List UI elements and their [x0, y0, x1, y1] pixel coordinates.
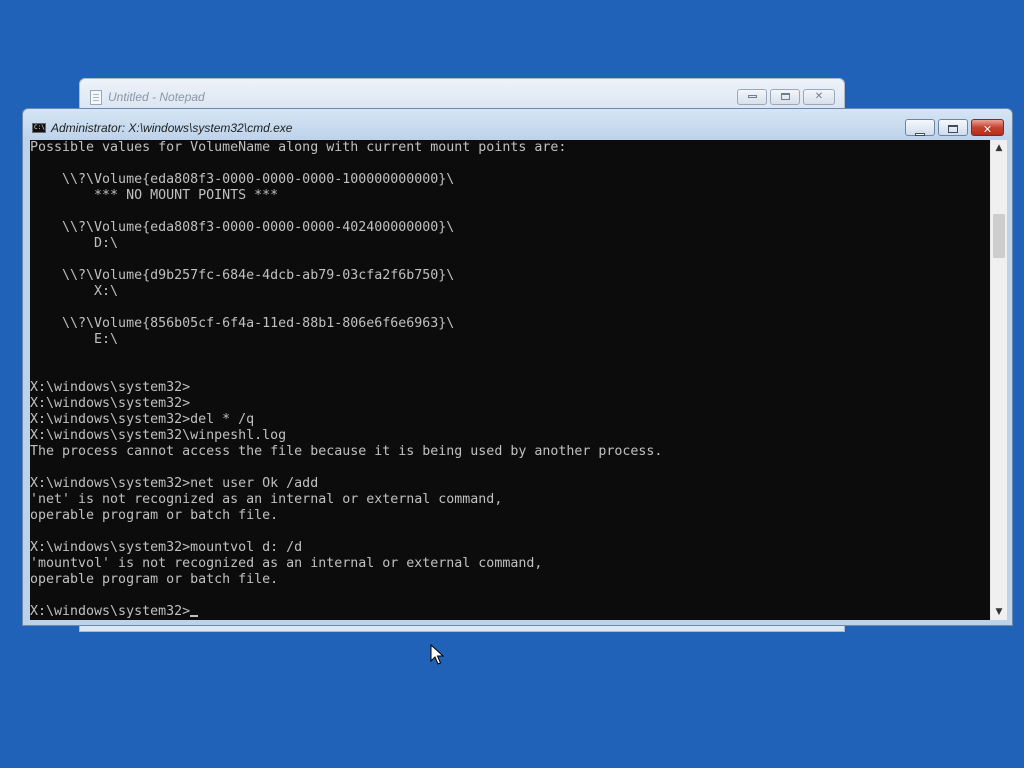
- minimize-icon: [915, 133, 925, 136]
- maximize-icon: [780, 92, 790, 100]
- console-line: X:\windows\system32>del * /q: [30, 412, 255, 427]
- cmd-maximize-button[interactable]: [938, 119, 968, 136]
- console-line: 'mountvol' is not recognized as an inter…: [30, 556, 543, 571]
- notepad-minimize-button[interactable]: [737, 89, 767, 105]
- console-lines: Possible values for VolumeName along wit…: [30, 140, 662, 620]
- scroll-down-arrow-icon[interactable]: ▼: [991, 604, 1007, 620]
- console-line: X:\windows\system32>net user Ok /add: [30, 476, 319, 491]
- console-line: X:\windows\system32\winpeshl.log: [30, 428, 287, 443]
- console-line: X:\windows\system32>: [30, 604, 662, 620]
- cmd-icon: C:\: [32, 123, 46, 133]
- console-line: E:\: [30, 332, 119, 347]
- close-icon: ✕: [982, 123, 993, 136]
- console-line: \\?\Volume{856b05cf-6f4a-11ed-88b1-806e6…: [30, 316, 455, 331]
- console-line: *** NO MOUNT POINTS ***: [30, 188, 279, 203]
- notepad-titlebar[interactable]: Untitled - Notepad ✕: [80, 79, 844, 109]
- console-line: operable program or batch file.: [30, 508, 279, 523]
- cmd-titlebar[interactable]: C:\ Administrator: X:\windows\system32\c…: [23, 109, 1012, 140]
- console-line: \\?\Volume{eda808f3-0000-0000-0000-40240…: [30, 220, 455, 235]
- notepad-maximize-button[interactable]: [770, 89, 800, 105]
- maximize-icon: [948, 124, 958, 133]
- console-line: The process cannot access the file becau…: [30, 444, 663, 459]
- mouse-pointer-icon: [430, 644, 444, 665]
- cmd-close-button[interactable]: ✕: [971, 119, 1004, 136]
- console-line: Possible values for VolumeName along wit…: [30, 140, 567, 155]
- cmd-window[interactable]: C:\ Administrator: X:\windows\system32\c…: [22, 108, 1013, 626]
- console-line: X:\windows\system32>mountvol d: /d: [30, 540, 303, 555]
- console-line: X:\windows\system32>: [30, 380, 191, 395]
- console-line: operable program or batch file.: [30, 572, 279, 587]
- close-icon: ✕: [814, 91, 824, 102]
- console-line: D:\: [30, 236, 119, 251]
- notepad-close-button[interactable]: ✕: [803, 89, 835, 105]
- minimize-icon: [747, 94, 757, 98]
- scroll-up-arrow-icon[interactable]: ▲: [991, 140, 1007, 156]
- cmd-minimize-button[interactable]: [905, 119, 935, 136]
- cmd-title: Administrator: X:\windows\system32\cmd.e…: [51, 121, 293, 135]
- scrollbar-thumb[interactable]: [993, 214, 1005, 258]
- text-cursor: [190, 615, 199, 617]
- console-line: 'net' is not recognized as an internal o…: [30, 492, 503, 507]
- vertical-scrollbar[interactable]: ▲ ▼: [990, 140, 1007, 620]
- console-line: X:\: [30, 284, 119, 299]
- console-line: X:\windows\system32>: [30, 396, 191, 411]
- notepad-icon: [90, 90, 102, 105]
- notepad-title: Untitled - Notepad: [108, 90, 205, 104]
- console-output[interactable]: Possible values for VolumeName along wit…: [30, 140, 990, 620]
- console-line: \\?\Volume{d9b257fc-684e-4dcb-ab79-03cfa…: [30, 268, 455, 283]
- console-line: \\?\Volume{eda808f3-0000-0000-0000-10000…: [30, 172, 455, 187]
